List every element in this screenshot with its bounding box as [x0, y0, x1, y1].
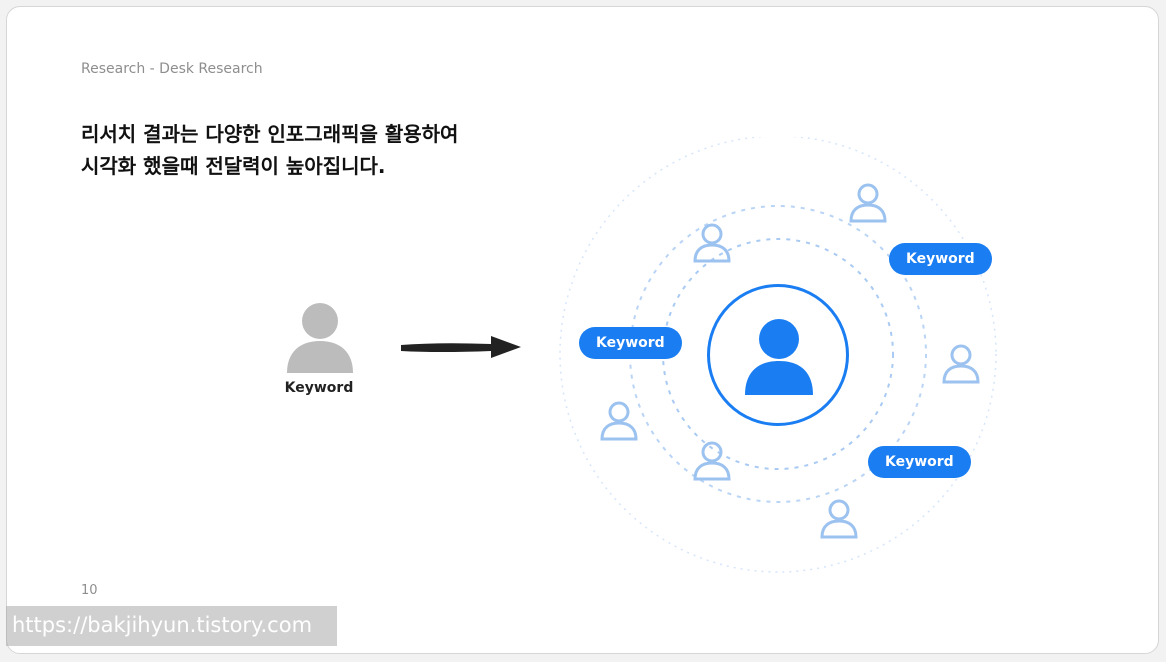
person-outline-icon: [693, 441, 731, 481]
keyword-pill: Keyword: [868, 446, 971, 478]
page-number: 10: [81, 583, 98, 598]
person-outline-icon: [600, 401, 638, 441]
arrow-right-icon: [401, 336, 521, 358]
headline-line-2: 시각화 했을때 전달력이 높아집니다.: [81, 154, 386, 178]
headline-line-1: 리서치 결과는 다양한 인포그래픽을 활용하여: [81, 122, 459, 146]
person-outline-icon: [693, 223, 731, 263]
person-icon: [287, 303, 353, 373]
left-keyword-label: Keyword: [284, 380, 354, 396]
person-outline-icon: [942, 344, 980, 384]
keyword-pill: Keyword: [579, 327, 682, 359]
slide-headline: 리서치 결과는 다양한 인포그래픽을 활용하여 시각화 했을때 전달력이 높아집…: [81, 118, 458, 182]
slide-card: Research - Desk Research 리서치 결과는 다양한 인포그…: [6, 6, 1159, 654]
breadcrumb: Research - Desk Research: [81, 61, 263, 77]
keyword-network-diagram: Keyword Keyword Keyword: [555, 137, 1015, 577]
person-icon: [745, 319, 813, 395]
person-outline-icon: [849, 183, 887, 223]
person-outline-icon: [820, 499, 858, 539]
watermark-url[interactable]: https://bakjihyun.tistory.com: [12, 610, 312, 640]
keyword-pill: Keyword: [889, 243, 992, 275]
